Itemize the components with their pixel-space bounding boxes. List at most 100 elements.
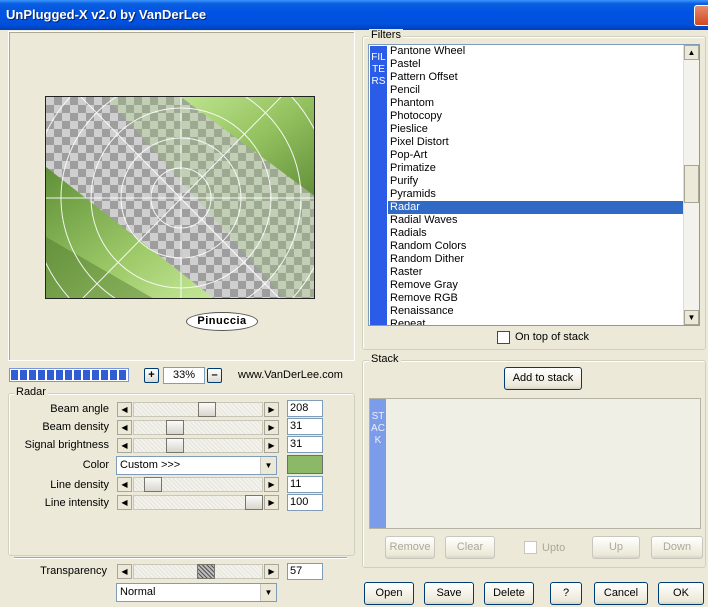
add-to-stack-button[interactable]: Add to stack — [504, 367, 582, 390]
separator — [14, 557, 347, 559]
progress-fill — [11, 370, 127, 380]
filters-stripe: FILTERS — [370, 46, 387, 325]
beam-density-left-arrow[interactable]: ◀ — [117, 420, 132, 435]
filter-item[interactable]: Pieslice — [388, 123, 685, 136]
beam-angle-right-arrow[interactable]: ▶ — [264, 402, 279, 417]
filter-item[interactable]: Remove RGB — [388, 292, 685, 305]
filters-scrollbar[interactable]: ▲ ▼ — [683, 45, 699, 325]
filter-item[interactable]: Raster — [388, 266, 685, 279]
scroll-down-arrow[interactable]: ▼ — [684, 310, 699, 325]
line-density-right-arrow[interactable]: ▶ — [264, 477, 279, 492]
scroll-thumb[interactable] — [684, 165, 699, 203]
signal-brightness-right-arrow[interactable]: ▶ — [264, 438, 279, 453]
line-intensity-thumb[interactable] — [245, 495, 263, 510]
filter-item[interactable]: Remove Gray — [388, 279, 685, 292]
beam-angle-left-arrow[interactable]: ◀ — [117, 402, 132, 417]
preview-canvas[interactable] — [45, 96, 315, 299]
zoom-value: 33% — [163, 367, 205, 384]
filter-item[interactable]: Repeat — [388, 318, 685, 325]
beam-angle-thumb[interactable] — [198, 402, 216, 417]
chevron-down-icon[interactable]: ▼ — [260, 457, 276, 474]
up-button[interactable]: Up — [592, 536, 640, 559]
clear-button[interactable]: Clear — [445, 536, 495, 559]
filter-item[interactable]: Primatize — [388, 162, 685, 175]
ok-button[interactable]: OK — [658, 582, 704, 605]
stack-list[interactable]: STACK — [369, 398, 701, 529]
filter-item[interactable]: Pop-Art — [388, 149, 685, 162]
scroll-up-arrow[interactable]: ▲ — [684, 45, 699, 60]
filters-list[interactable]: FILTERS Pantone Wheel Pastel Pattern Offse… — [368, 44, 700, 326]
color-label: Color — [82, 459, 109, 471]
upto-checkbox[interactable] — [524, 541, 537, 554]
save-button[interactable]: Save — [424, 582, 474, 605]
signal-brightness-slider[interactable] — [133, 438, 263, 453]
transparency-thumb[interactable] — [197, 564, 215, 579]
filter-item[interactable]: Radial Waves — [388, 214, 685, 227]
beam-angle-label: Beam angle — [50, 403, 109, 415]
filter-item[interactable]: Renaissance — [388, 305, 685, 318]
filter-item[interactable]: Pyramids — [388, 188, 685, 201]
close-button[interactable] — [694, 5, 708, 26]
signal-brightness-input[interactable]: 31 — [287, 436, 323, 453]
transparency-label: Transparency — [40, 565, 107, 577]
filter-item[interactable]: Radials — [388, 227, 685, 240]
filter-item[interactable]: Purify — [388, 175, 685, 188]
window-title: UnPlugged-X v2.0 by VanDerLee — [6, 7, 207, 22]
filter-item[interactable]: Photocopy — [388, 110, 685, 123]
transparency-input[interactable]: 57 — [287, 563, 323, 580]
beam-density-slider[interactable] — [133, 420, 263, 435]
line-density-input[interactable]: 11 — [287, 476, 323, 493]
blend-mode-value: Normal — [120, 586, 156, 598]
beam-angle-input[interactable]: 208 — [287, 400, 323, 417]
chevron-down-icon[interactable]: ▼ — [260, 584, 276, 601]
on-top-label: On top of stack — [515, 331, 589, 343]
transparency-right-arrow[interactable]: ▶ — [264, 564, 279, 579]
zoom-out-button[interactable]: – — [207, 368, 222, 383]
line-intensity-label: Line intensity — [44, 497, 109, 509]
line-density-slider[interactable] — [133, 477, 263, 492]
beam-angle-slider[interactable] — [133, 402, 263, 417]
on-top-checkbox[interactable] — [497, 331, 510, 344]
signal-brightness-left-arrow[interactable]: ◀ — [117, 438, 132, 453]
website-link[interactable]: www.VanDerLee.com — [238, 369, 343, 381]
line-intensity-right-arrow[interactable]: ▶ — [264, 495, 279, 510]
signal-brightness-thumb[interactable] — [166, 438, 184, 453]
line-density-left-arrow[interactable]: ◀ — [117, 477, 132, 492]
logo-badge: Pinuccia — [186, 312, 258, 331]
remove-button[interactable]: Remove — [385, 536, 435, 559]
filter-item[interactable]: Pattern Offset — [388, 71, 685, 84]
filter-item[interactable]: Random Colors — [388, 240, 685, 253]
color-mode-select[interactable]: Custom >>> ▼ — [116, 456, 277, 475]
transparency-left-arrow[interactable]: ◀ — [117, 564, 132, 579]
transparency-slider[interactable] — [133, 564, 263, 579]
zoom-in-button[interactable]: + — [144, 368, 159, 383]
upto-label: Upto — [542, 542, 566, 554]
filter-item[interactable]: Phantom — [388, 97, 685, 110]
line-intensity-left-arrow[interactable]: ◀ — [117, 495, 132, 510]
open-button[interactable]: Open — [364, 582, 414, 605]
beam-density-thumb[interactable] — [166, 420, 184, 435]
line-density-thumb[interactable] — [144, 477, 162, 492]
filter-item[interactable]: Pastel — [388, 58, 685, 71]
filter-item[interactable]: Pencil — [388, 84, 685, 97]
filter-item[interactable]: Pantone Wheel — [388, 45, 685, 58]
help-button[interactable]: ? — [550, 582, 582, 605]
title-bar[interactable]: UnPlugged-X v2.0 by VanDerLee — [0, 0, 708, 30]
cancel-button[interactable]: Cancel — [594, 582, 648, 605]
blend-mode-select[interactable]: Normal ▼ — [116, 583, 277, 602]
filter-item[interactable]: Pixel Distort — [388, 136, 685, 149]
beam-density-right-arrow[interactable]: ▶ — [264, 420, 279, 435]
line-density-label: Line density — [50, 479, 109, 491]
beam-density-input[interactable]: 31 — [287, 418, 323, 435]
delete-button[interactable]: Delete — [484, 582, 534, 605]
filters-group-label: Filters — [369, 29, 403, 41]
line-intensity-slider[interactable] — [133, 495, 263, 510]
filter-item-selected[interactable]: Radar — [388, 201, 685, 214]
down-button[interactable]: Down — [651, 536, 703, 559]
line-intensity-input[interactable]: 100 — [287, 494, 323, 511]
stack-stripe: STACK — [370, 399, 386, 528]
filter-item[interactable]: Random Dither — [388, 253, 685, 266]
color-mode-value: Custom >>> — [120, 459, 181, 471]
color-swatch[interactable] — [287, 455, 323, 474]
params-group-label: Radar — [14, 386, 48, 398]
